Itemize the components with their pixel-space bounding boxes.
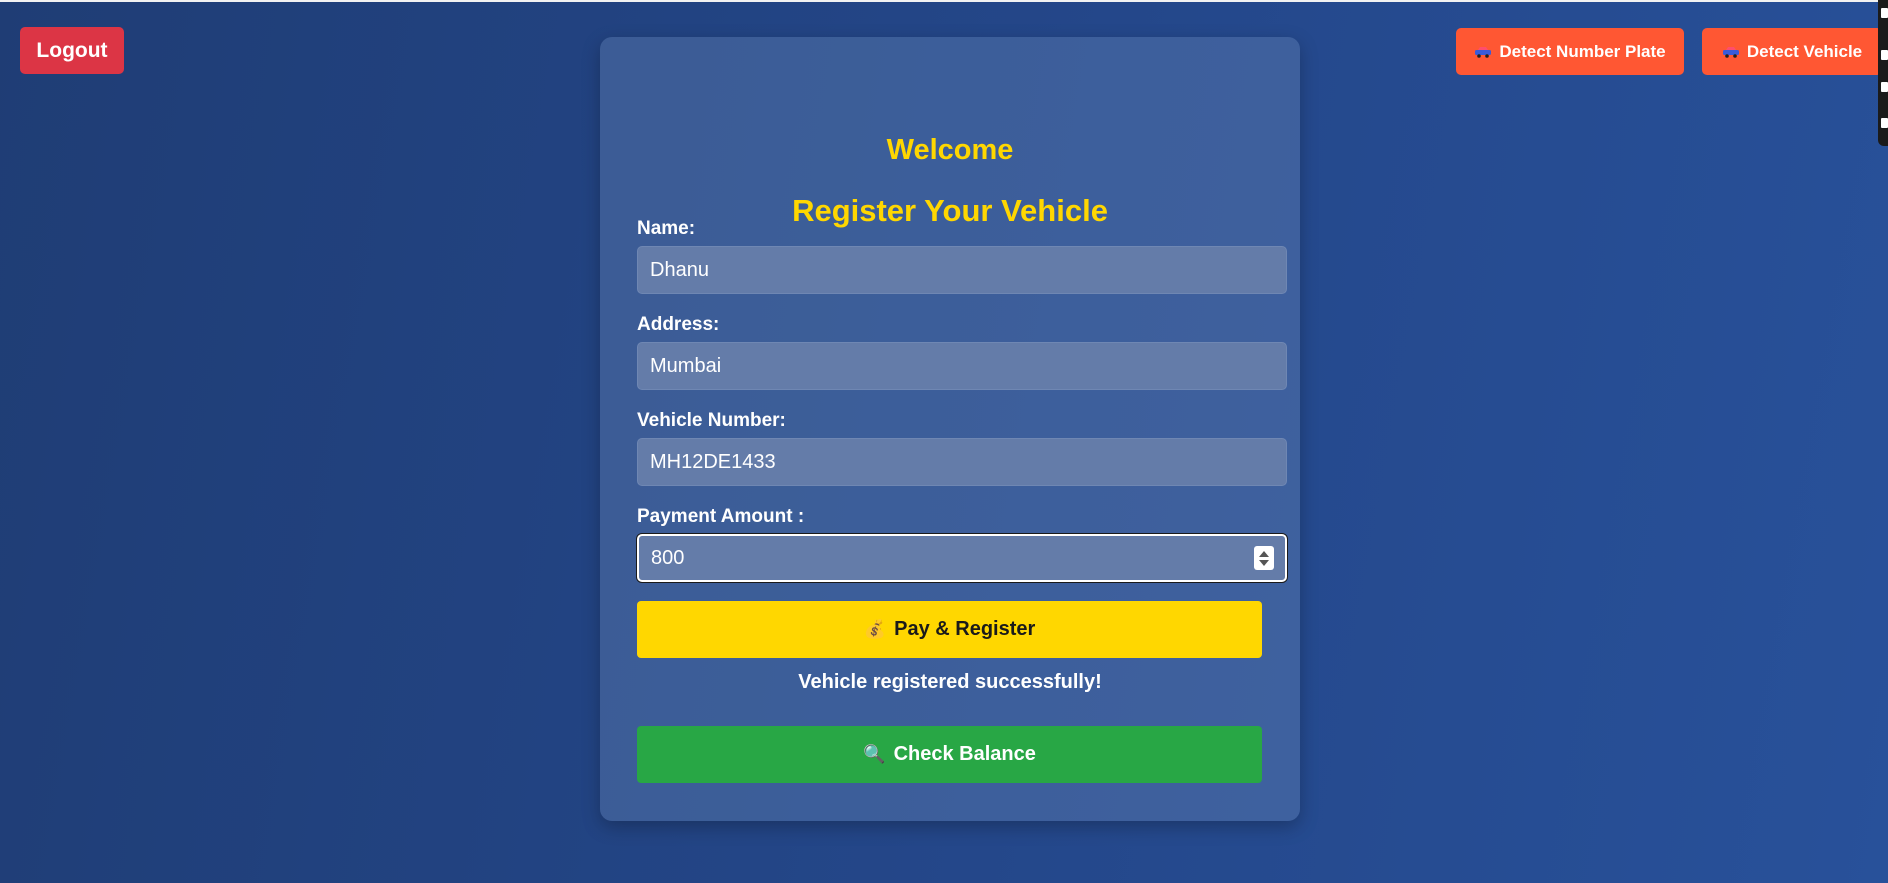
stepper-up-icon[interactable] bbox=[1259, 550, 1269, 557]
money-bag-icon: 💰 bbox=[863, 619, 887, 639]
address-field[interactable] bbox=[637, 342, 1287, 390]
detect-vehicle-label: Detect Vehicle bbox=[1746, 41, 1863, 61]
car-icon bbox=[1722, 46, 1739, 58]
toolbar-icon[interactable] bbox=[1881, 8, 1888, 18]
payment-amount-field[interactable] bbox=[637, 534, 1287, 582]
page-title: Register Your Vehicle bbox=[792, 193, 1108, 228]
toolbar-icon[interactable] bbox=[1881, 50, 1888, 60]
vehicle-number-field[interactable] bbox=[637, 438, 1287, 486]
toolbar-icon[interactable] bbox=[1881, 82, 1888, 92]
stepper-down-icon[interactable] bbox=[1259, 559, 1269, 566]
vehicle-number-label: Vehicle Number: bbox=[637, 410, 786, 431]
detect-number-plate-label: Detect Number Plate bbox=[1499, 41, 1666, 61]
welcome-heading: Welcome bbox=[886, 134, 1014, 166]
registration-card: Welcome Register Your Vehicle Name: Addr… bbox=[600, 37, 1300, 821]
browser-top-edge bbox=[0, 0, 1888, 2]
payment-amount-label: Payment Amount : bbox=[637, 506, 805, 527]
magnifier-icon: 🔍 bbox=[863, 744, 886, 764]
number-stepper[interactable] bbox=[1254, 546, 1274, 570]
detect-number-plate-button[interactable]: Detect Number Plate bbox=[1456, 28, 1684, 75]
pay-register-label: Pay & Register bbox=[894, 618, 1036, 640]
name-label: Name: bbox=[637, 218, 696, 239]
pay-register-button[interactable]: 💰 Pay & Register bbox=[637, 601, 1262, 658]
check-balance-label: Check Balance bbox=[893, 743, 1036, 765]
detect-vehicle-button[interactable]: Detect Vehicle bbox=[1702, 28, 1882, 75]
address-label: Address: bbox=[637, 314, 720, 335]
logout-button[interactable]: Logout bbox=[20, 27, 124, 74]
car-icon bbox=[1475, 46, 1492, 58]
close-icon[interactable] bbox=[1881, 118, 1888, 128]
check-balance-button[interactable]: 🔍 Check Balance bbox=[637, 726, 1262, 783]
status-message: Vehicle registered successfully! bbox=[798, 671, 1102, 693]
name-field[interactable] bbox=[637, 246, 1287, 294]
side-toolbar[interactable] bbox=[1878, 0, 1888, 146]
